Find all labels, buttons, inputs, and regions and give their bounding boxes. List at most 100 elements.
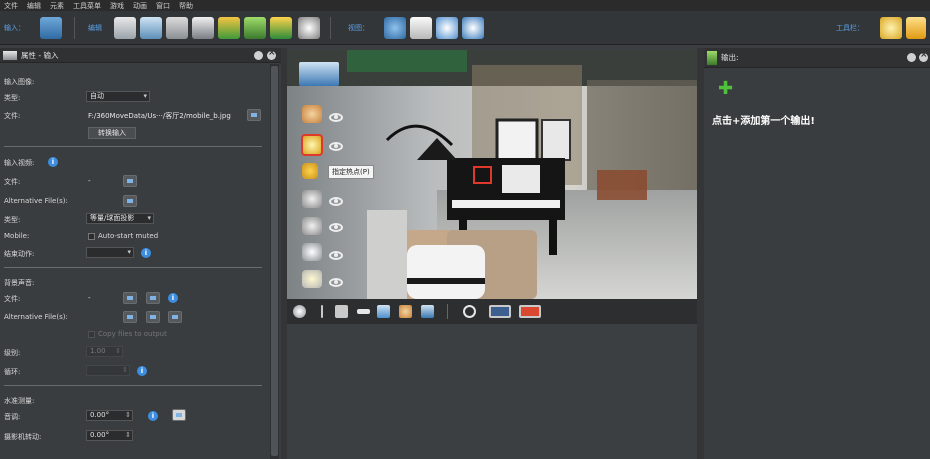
menu-game[interactable]: 游戏	[110, 1, 124, 11]
settings-alt-sound-button[interactable]	[146, 311, 160, 323]
sound-file-label: 文件:	[4, 295, 21, 303]
light-hotspot-icon[interactable]	[302, 270, 322, 288]
sound-hotspot-icon[interactable]	[302, 217, 322, 235]
convert-input-button[interactable]: 转换输入	[88, 127, 136, 139]
video-type-dropdown[interactable]: 等量/球面投影	[86, 213, 154, 224]
menu-element[interactable]: 元素	[50, 1, 64, 11]
loop-spinbox[interactable]	[86, 365, 130, 376]
loop-label: 循环:	[4, 368, 21, 376]
patch-icon[interactable]	[399, 305, 412, 318]
browse-alt-video-button[interactable]	[123, 195, 137, 207]
folder-tool-icon[interactable]	[906, 17, 926, 39]
play-sound-button[interactable]	[123, 292, 137, 304]
blue-color-picker[interactable]	[489, 305, 511, 318]
browse-alt-sound-button[interactable]	[168, 311, 182, 323]
camera-roll-label: 摄影机转动:	[4, 433, 42, 441]
panel-close-button[interactable]	[267, 48, 276, 60]
menu-animation[interactable]: 动画	[133, 1, 147, 11]
ruler-icon[interactable]	[357, 309, 370, 314]
end-action-dropdown[interactable]	[86, 247, 134, 258]
add-output-hint: 点击+添加第一个输出!	[712, 116, 815, 127]
hat-icon[interactable]	[377, 305, 390, 318]
info-icon[interactable]: i	[48, 157, 58, 167]
add-output-button[interactable]: ✚	[718, 80, 733, 98]
visibility-eye-icon[interactable]	[329, 278, 343, 287]
clock-icon[interactable]	[436, 17, 458, 39]
panorama-icon[interactable]	[421, 305, 434, 318]
panel-close-button[interactable]	[919, 50, 928, 62]
section-divider	[4, 267, 262, 268]
visibility-eye-icon[interactable]	[329, 223, 343, 232]
copy-files-label: Copy files to output	[98, 330, 167, 338]
red-color-picker[interactable]	[519, 305, 541, 318]
menu-tools[interactable]: 工具菜单	[73, 1, 101, 11]
target-icon[interactable]	[463, 305, 476, 318]
info-icon[interactable]: i	[137, 366, 147, 376]
copy-files-checkbox[interactable]	[88, 331, 95, 338]
bg-sound-section-title: 背景声音:	[4, 279, 35, 287]
sound-alt-files-label: Alternative File(s):	[4, 313, 68, 321]
video-hotspot-icon[interactable]	[302, 190, 322, 208]
output-panel-title: 输出:	[721, 53, 739, 62]
compass-icon[interactable]	[293, 305, 306, 318]
browse-file-button[interactable]	[247, 109, 261, 121]
map-icon[interactable]	[270, 17, 292, 39]
alt-files-label: Alternative File(s):	[4, 197, 68, 205]
browse-video-button[interactable]	[123, 175, 137, 187]
menu-bar: 文件 编辑 元素 工具菜单 游戏 动画 窗口 帮助	[0, 0, 930, 11]
binoculars-icon[interactable]	[384, 17, 406, 39]
vertical-line-icon[interactable]	[321, 305, 323, 318]
file-label: 文件:	[4, 112, 21, 120]
output-panel: 输出: ✚ 点击+添加第一个输出!	[704, 48, 930, 459]
browse-sound-button[interactable]	[146, 292, 160, 304]
properties-scrollbar-thumb[interactable]	[271, 66, 278, 456]
panorama-edit-icon[interactable]	[140, 17, 162, 39]
image-editor-icon[interactable]	[166, 17, 188, 39]
panorama-thumbnail-icon[interactable]	[299, 62, 339, 86]
filmstrip-icon[interactable]	[114, 17, 136, 39]
file-path: F:/360MoveData/Us···/客厅2/mobile_b.jpg	[88, 112, 231, 120]
bandage-hotspot-icon[interactable]	[302, 105, 322, 123]
grid-icon[interactable]	[335, 305, 348, 318]
right-splitter[interactable]	[697, 48, 704, 459]
info-icon[interactable]: i	[168, 293, 178, 303]
visibility-eye-icon[interactable]	[329, 197, 343, 206]
hotspot-marker[interactable]	[473, 166, 492, 184]
camera-roll-spinbox[interactable]: 0.00°	[86, 430, 133, 441]
visibility-eye-icon[interactable]	[329, 142, 343, 151]
film-reel-icon[interactable]	[298, 17, 320, 39]
point-hotspot-icon[interactable]	[301, 134, 323, 156]
menu-file[interactable]: 文件	[4, 1, 18, 11]
menu-edit[interactable]: 编辑	[27, 1, 41, 11]
panel-float-button[interactable]	[907, 53, 916, 62]
pitch-spinbox[interactable]: 0.00°	[86, 410, 133, 421]
panorama-input-icon[interactable]	[40, 17, 62, 39]
section-divider	[4, 385, 262, 386]
type-label: 类型:	[4, 94, 21, 102]
camera-hotspot-icon[interactable]	[302, 243, 322, 261]
star-tool-icon[interactable]	[880, 17, 902, 39]
notepad-icon[interactable]	[410, 17, 432, 39]
tour-map-icon[interactable]	[192, 17, 214, 39]
hotspot-flag-icon[interactable]	[244, 17, 266, 39]
play-alt-sound-button[interactable]	[123, 311, 137, 323]
polygon-hotspot-icon[interactable]	[302, 163, 318, 179]
visibility-eye-icon[interactable]	[329, 251, 343, 260]
end-action-label: 结束动作:	[4, 250, 35, 258]
eye-view-icon[interactable]	[462, 17, 484, 39]
level-tool-button[interactable]	[172, 409, 186, 421]
package-icon[interactable]	[218, 17, 240, 39]
autostart-muted-checkbox[interactable]	[88, 233, 95, 240]
type-dropdown[interactable]: 自动	[86, 91, 150, 102]
visibility-eye-icon[interactable]	[329, 113, 343, 122]
menu-help[interactable]: 帮助	[179, 1, 193, 11]
toolbar-tools-label: 工具栏：	[836, 24, 864, 32]
panel-float-button[interactable]	[254, 51, 263, 60]
info-icon[interactable]: i	[141, 248, 151, 258]
menu-window[interactable]: 窗口	[156, 1, 170, 11]
level-spinbox[interactable]: 1.00	[86, 346, 123, 357]
mobile-label: Mobile:	[4, 232, 30, 240]
info-icon[interactable]: i	[148, 411, 158, 421]
toolbar-view-label: 视图：	[348, 24, 369, 32]
panorama-viewer[interactable]: 指定热点(P)	[287, 50, 697, 299]
